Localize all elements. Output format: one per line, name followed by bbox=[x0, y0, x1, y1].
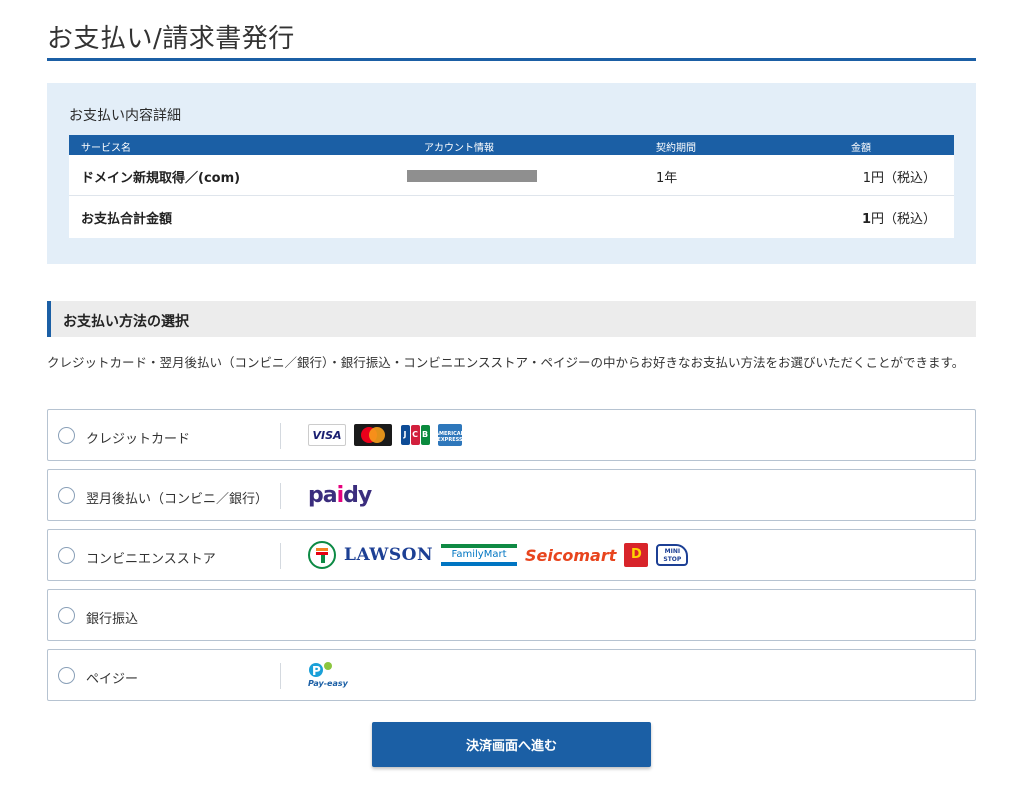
option-divider bbox=[280, 423, 281, 449]
masked-account-info bbox=[407, 170, 537, 182]
svg-text:P: P bbox=[312, 664, 321, 678]
details-heading: お支払い内容詳細 bbox=[69, 108, 181, 124]
mastercard-logo bbox=[354, 424, 392, 446]
payment-option-label: 銀行振込 bbox=[86, 612, 139, 627]
logo-group: paidy bbox=[308, 470, 372, 520]
payment-option-credit-card[interactable]: クレジットカード VISA JCB AMERICAN EXPRESS bbox=[47, 409, 976, 461]
seicomart-logo: Seicomart bbox=[525, 545, 617, 565]
total-label: お支払合計金額 bbox=[81, 212, 173, 227]
table-row: ドメイン新規取得／(com) 1年 1円（税込） bbox=[69, 155, 954, 196]
radio-button[interactable] bbox=[58, 487, 75, 504]
radio-button[interactable] bbox=[58, 667, 75, 684]
page-title: お支払い/請求書発行 bbox=[47, 24, 295, 54]
column-header-amount: 金額 bbox=[851, 143, 871, 154]
payment-option-deferred[interactable]: 翌月後払い（コンビニ／銀行） paidy bbox=[47, 469, 976, 521]
total-row: お支払合計金額 1円（税込） bbox=[69, 196, 954, 238]
lawson-logo: LAWSON bbox=[344, 545, 434, 565]
total-amount-number: 1 bbox=[861, 212, 871, 227]
payment-method-list: クレジットカード VISA JCB AMERICAN EXPRESS 翌月後払い… bbox=[47, 409, 976, 709]
amex-logo: AMERICAN EXPRESS bbox=[435, 424, 465, 446]
visa-logo: VISA bbox=[308, 424, 346, 446]
option-divider bbox=[280, 663, 281, 689]
payment-option-bank-transfer[interactable]: 銀行振込 bbox=[47, 589, 976, 641]
daily-yamazaki-logo: D bbox=[624, 543, 649, 567]
contract-period: 1年 bbox=[656, 171, 678, 186]
column-header-account: アカウント情報 bbox=[424, 143, 494, 154]
option-divider bbox=[280, 543, 281, 569]
option-divider bbox=[280, 483, 281, 509]
total-amount: 1円（税込） bbox=[862, 208, 936, 227]
row-amount: 1円（税込） bbox=[862, 171, 936, 186]
payment-option-label: コンビニエンスストア bbox=[86, 552, 216, 567]
table-header: サービス名 アカウント情報 契約期間 金額 bbox=[69, 135, 954, 155]
column-header-service: サービス名 bbox=[81, 143, 131, 154]
total-amount-suffix: 円（税込） bbox=[870, 212, 936, 227]
logo-group: VISA JCB AMERICAN EXPRESS bbox=[308, 410, 465, 460]
radio-button[interactable] bbox=[58, 547, 75, 564]
pay-easy-logo: P Pay-easy bbox=[308, 662, 348, 688]
payment-description: クレジットカード・翌月後払い（コンビニ／銀行）・銀行振込・コンビニエンスストア・… bbox=[47, 355, 965, 370]
proceed-to-payment-button[interactable]: 決済画面へ進む bbox=[372, 722, 651, 767]
payment-details-panel: お支払い内容詳細 サービス名 アカウント情報 契約期間 金額 ドメイン新規取得／… bbox=[47, 83, 976, 264]
details-table: サービス名 アカウント情報 契約期間 金額 ドメイン新規取得／(com) 1年 … bbox=[69, 135, 954, 238]
payment-option-pay-easy[interactable]: ペイジー P Pay-easy bbox=[47, 649, 976, 701]
payment-option-convenience-store[interactable]: コンビニエンスストア LAWSON FamilyMart Seicomart D… bbox=[47, 529, 976, 581]
logo-group: LAWSON FamilyMart Seicomart D MINI STOP bbox=[308, 530, 689, 580]
jcb-logo: JCB bbox=[400, 424, 430, 446]
familymart-logo: FamilyMart bbox=[441, 544, 518, 566]
payment-option-label: クレジットカード bbox=[86, 432, 191, 447]
section-title: お支払い方法の選択 bbox=[63, 314, 189, 330]
service-name: ドメイン新規取得／(com) bbox=[81, 171, 241, 186]
paidy-logo: paidy bbox=[308, 482, 372, 508]
payment-option-label: 翌月後払い（コンビニ／銀行） bbox=[86, 492, 269, 507]
logo-group: P Pay-easy bbox=[308, 650, 348, 700]
payment-option-label: ペイジー bbox=[86, 672, 139, 687]
radio-button[interactable] bbox=[58, 427, 75, 444]
seven-eleven-logo bbox=[308, 541, 336, 569]
payment-method-section-header: お支払い方法の選択 bbox=[47, 301, 976, 337]
title-divider bbox=[47, 58, 976, 61]
column-header-period: 契約期間 bbox=[656, 143, 696, 154]
ministop-logo: MINI STOP bbox=[656, 544, 689, 566]
radio-button[interactable] bbox=[58, 607, 75, 624]
